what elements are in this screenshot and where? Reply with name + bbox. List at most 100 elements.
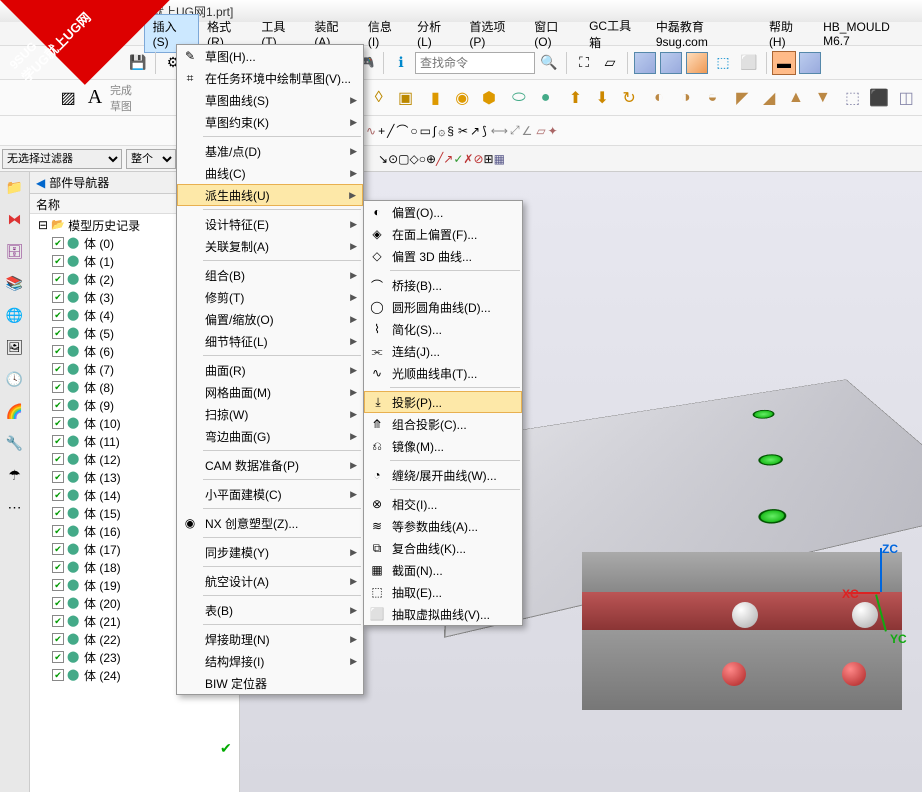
save-icon[interactable]: 💾 [126,51,150,75]
wireframe1-icon[interactable]: ⬚ [711,51,735,75]
checkbox-icon[interactable]: ✔ [52,525,64,537]
checkbox-icon[interactable]: ✔ [52,615,64,627]
rail-pic-icon[interactable]: 🖼 [4,336,26,358]
menu-item[interactable]: 草图曲线(S)▶ [177,89,363,111]
bool3-icon[interactable]: ◒ [701,84,725,112]
point-icon[interactable]: + [378,124,385,138]
prim2-icon[interactable]: ◉ [450,84,474,112]
menu-item[interactable]: ◔缠绕/展开曲线(W)... [364,464,522,486]
helix-icon[interactable]: § [447,124,454,138]
checkbox-icon[interactable]: ✔ [52,579,64,591]
spline-icon[interactable]: ∫ [433,124,436,138]
checkbox-icon[interactable]: ✔ [52,471,64,483]
grid-icon[interactable]: ▦ [494,152,505,166]
menu-item[interactable]: ∿光顺曲线串(T)... [364,362,522,384]
search-input[interactable] [415,52,535,74]
checkbox-icon[interactable]: ✔ [52,507,64,519]
rail-history-icon[interactable]: 🕓 [4,368,26,390]
sel5-icon[interactable]: ⊘ [473,152,483,166]
curve-tool-icon[interactable]: ∿ [366,124,376,138]
line-icon[interactable]: ╱ [387,124,394,138]
menu-item[interactable]: ⬚抽取(E)... [364,581,522,603]
menu-item[interactable]: 细节特征(L)▶ [177,330,363,352]
trim-icon[interactable]: ✂ [458,124,468,138]
menu-item[interactable]: ⊗相交(I)... [364,493,522,515]
checkbox-icon[interactable]: ✔ [52,363,64,375]
wireframe2-icon[interactable]: ⬜ [737,51,761,75]
menu-item[interactable]: ◈在面上偏置(F)... [364,223,522,245]
sel1-icon[interactable]: ╱ [436,152,443,166]
color-icon[interactable]: ▬ [772,51,796,75]
snap6-icon[interactable]: ⊕ [426,152,436,166]
menu-item[interactable]: 弯边曲面(G)▶ [177,425,363,447]
op3-icon[interactable]: ◫ [894,84,918,112]
menu-item[interactable]: 派生曲线(U)▶ [177,184,363,206]
checkbox-icon[interactable]: ✔ [52,399,64,411]
menu-item[interactable]: ≋等参数曲线(A)... [364,515,522,537]
menu-item[interactable]: ⧉复合曲线(K)... [364,537,522,559]
sel6-icon[interactable]: ⊞ [484,152,494,166]
arc-icon[interactable]: ⌒ [396,122,408,139]
cube4-icon[interactable] [798,51,822,75]
checkbox-icon[interactable]: ✔ [52,453,64,465]
checkbox-icon[interactable]: ✔ [52,669,64,681]
dim3-icon[interactable]: ∠ [522,124,533,138]
sel4-icon[interactable]: ✗ [463,152,473,166]
rail-umbrella-icon[interactable]: ☂ [4,464,26,486]
menu-9[interactable]: GC工具箱 [581,14,648,54]
scope-select[interactable]: 整个 [126,149,176,169]
menu-item[interactable]: ⤊组合投影(C)... [364,413,522,435]
menu-item[interactable]: 小平面建模(C)▶ [177,483,363,505]
snap4-icon[interactable]: ◇ [409,152,418,166]
plane-icon[interactable]: ▱ [598,51,622,75]
op1-icon[interactable]: ⬚ [841,84,865,112]
menu-item[interactable]: ⌇简化(S)... [364,318,522,340]
menu-item[interactable]: 航空设计(A)▶ [177,570,363,592]
cyl-icon[interactable]: ⬭ [507,84,531,112]
dim1-icon[interactable]: ⟷ [491,124,508,138]
menu-item[interactable]: 焊接助理(N)▶ [177,628,363,650]
menu-item[interactable]: 扫掠(W)▶ [177,403,363,425]
rail-books-icon[interactable]: 📚 [4,272,26,294]
menu-item[interactable]: 修剪(T)▶ [177,286,363,308]
menu-item[interactable]: ⤓投影(P)... [364,391,522,413]
prim1-icon[interactable]: ▮ [423,84,447,112]
menu-7[interactable]: 首选项(P) [461,15,526,52]
selection-filter-select[interactable]: 无选择过滤器 [2,149,122,169]
checkbox-icon[interactable]: ✔ [52,633,64,645]
menu-item[interactable]: 组合(B)▶ [177,264,363,286]
dim2-icon[interactable]: ⤢ [510,123,520,138]
menu-item[interactable]: ⫘连结(J)... [364,340,522,362]
menu-10[interactable]: 中磊教育 9sug.com [648,15,761,52]
menu-item[interactable]: CAM 数据准备(P)▶ [177,454,363,476]
checkbox-icon[interactable]: ✔ [52,345,64,357]
edge4-icon[interactable]: ▼ [811,84,835,112]
csys-icon[interactable]: ✦ [548,124,558,138]
edge1-icon[interactable]: ◤ [730,84,754,112]
checkbox-icon[interactable]: ✔ [52,309,64,321]
menu-item[interactable]: 曲面(R)▶ [177,359,363,381]
menu-item[interactable]: ◯圆形圆角曲线(D)... [364,296,522,318]
edge3-icon[interactable]: ▲ [784,84,808,112]
menu-item[interactable]: 关联复制(A)▶ [177,235,363,257]
cube3-icon[interactable] [685,51,709,75]
checkbox-icon[interactable]: ✔ [52,273,64,285]
snap5-icon[interactable]: ○ [419,152,426,166]
checkbox-icon[interactable]: ✔ [52,327,64,339]
snap2-icon[interactable]: ⊙ [388,152,398,166]
plane2-icon[interactable]: ▱ [536,124,545,138]
cube2-icon[interactable] [659,51,683,75]
rail-spectrum-icon[interactable]: 🌈 [4,400,26,422]
checkbox-icon[interactable]: ✔ [52,597,64,609]
menu-11[interactable]: 帮助(H) [761,15,815,52]
menu-item[interactable]: ◉NX 创意塑型(Z)... [177,512,363,534]
menu-5[interactable]: 信息(I) [360,15,409,52]
menu-item[interactable]: 表(B)▶ [177,599,363,621]
cube1-icon[interactable] [633,51,657,75]
menu-item[interactable]: 基准/点(D)▶ [177,140,363,162]
bool1-icon[interactable]: ◐ [647,84,671,112]
fillet-icon[interactable]: ⟆ [482,124,487,138]
edge2-icon[interactable]: ◢ [757,84,781,112]
menu-item[interactable]: 设计特征(E)▶ [177,213,363,235]
expand-icon[interactable]: ⊟ [38,218,48,232]
